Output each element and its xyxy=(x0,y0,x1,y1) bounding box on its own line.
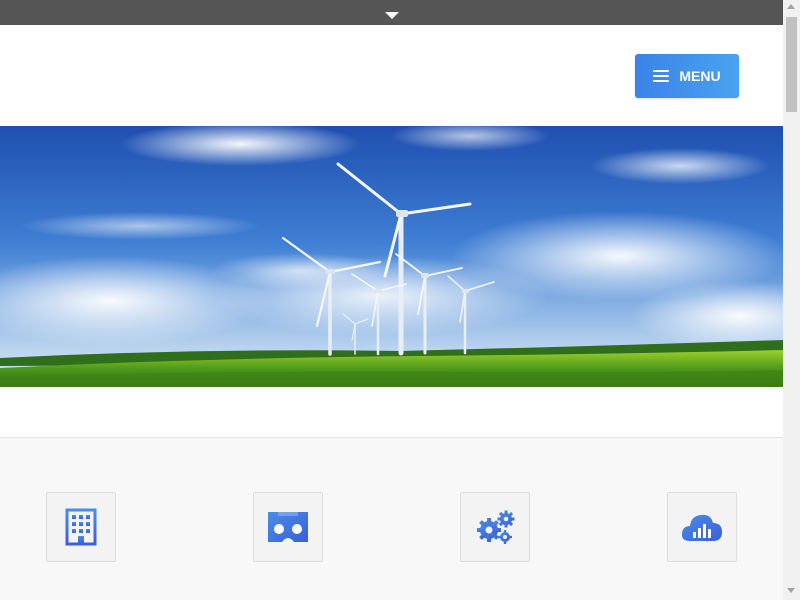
feature-item-vr[interactable] xyxy=(253,492,323,562)
cloud-chart-icon xyxy=(681,514,722,541)
features-section xyxy=(0,438,783,600)
section-spacer xyxy=(0,387,783,438)
top-bar xyxy=(0,0,783,25)
top-bar-toggle[interactable] xyxy=(384,8,400,19)
building-icon xyxy=(65,508,97,546)
hero-image xyxy=(0,126,783,387)
feature-item-gears[interactable] xyxy=(460,492,530,562)
gears-icon xyxy=(477,510,515,544)
hero-banner xyxy=(0,126,783,387)
vr-headset-icon xyxy=(268,512,308,542)
feature-item-cloud[interactable] xyxy=(667,492,737,562)
feature-item-building[interactable] xyxy=(46,492,116,562)
caret-down-icon xyxy=(385,12,399,19)
hamburger-icon xyxy=(653,70,670,82)
vertical-scrollbar[interactable] xyxy=(783,0,800,600)
scrollbar-thumb[interactable] xyxy=(786,17,797,112)
menu-button-label: MENU xyxy=(679,68,721,84)
site-header: MENU xyxy=(0,25,783,126)
scroll-up-arrow-icon[interactable] xyxy=(787,4,795,9)
scroll-down-arrow-icon[interactable] xyxy=(787,588,795,593)
menu-button[interactable]: MENU xyxy=(635,54,739,98)
